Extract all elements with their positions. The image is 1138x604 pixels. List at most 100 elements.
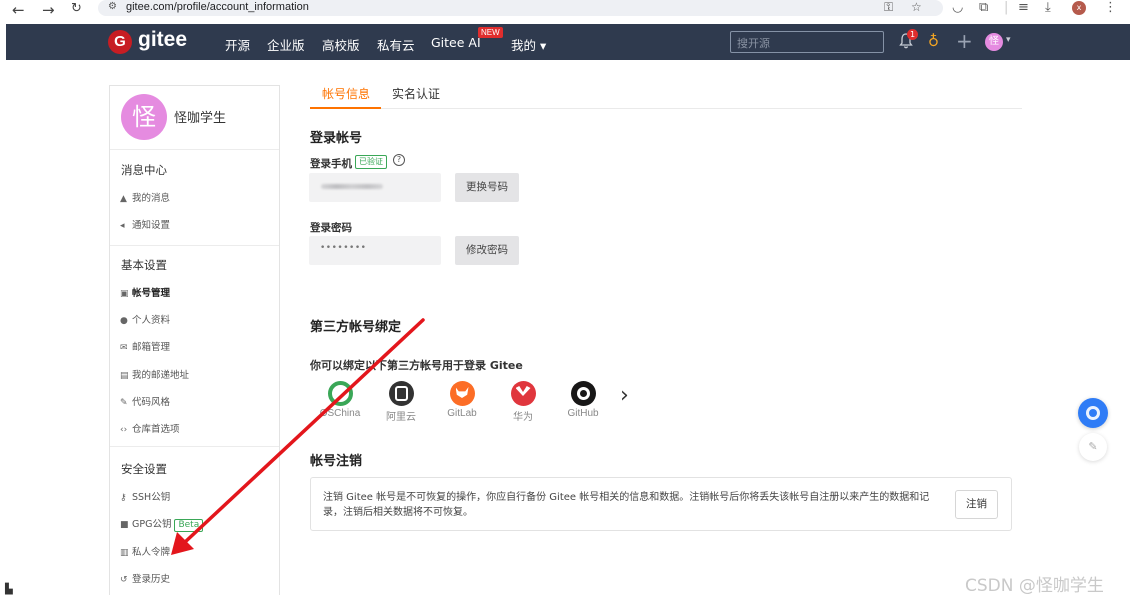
site-info-icon[interactable]: ⚙ xyxy=(108,1,117,12)
plus-icon[interactable]: + xyxy=(956,29,973,53)
account-tabs: 帐号信息 实名认证 xyxy=(310,79,1022,109)
sidebar-item-label: 私人令牌 xyxy=(132,547,171,558)
sidebar-item-ssh-keys[interactable]: ⚷ SSH公钥 xyxy=(120,489,170,503)
phone-field xyxy=(309,173,441,202)
extension-shield-icon[interactable]: ◡ xyxy=(952,0,963,15)
assistant-float-button[interactable] xyxy=(1078,398,1108,428)
chevron-right-icon[interactable]: › xyxy=(620,383,629,408)
sidebar-item-label: 个人资料 xyxy=(132,315,171,326)
provider-aliyun[interactable]: 阿里云 xyxy=(373,381,429,423)
aliyun-icon xyxy=(388,381,414,406)
deactivate-title: 帐号注销 xyxy=(310,454,363,469)
sidebar-item-code-style[interactable]: ✎ 代码风格 xyxy=(120,394,170,408)
key-icon[interactable]: ⚿ xyxy=(884,0,893,15)
extensions-icon[interactable]: ⧉ xyxy=(979,0,988,15)
provider-gitlab[interactable]: GitLab xyxy=(434,381,490,419)
sidebar-divider xyxy=(110,446,279,447)
notification-count-badge: 1 xyxy=(907,29,918,40)
password-field: •••••••• xyxy=(309,236,441,265)
browser-menu-icon[interactable]: ⋮ xyxy=(1104,0,1117,15)
sidebar-item-label: 通知设置 xyxy=(132,220,171,231)
bookmark-star-icon[interactable]: ☆ xyxy=(911,0,922,14)
provider-label: OSChina xyxy=(319,408,361,419)
gitee-logo-text[interactable]: gitee xyxy=(138,28,187,52)
download-icon[interactable]: ⤓ xyxy=(1045,0,1051,15)
provider-oschina[interactable]: OSChina xyxy=(312,381,368,419)
masked-phone-number xyxy=(321,184,383,189)
user-icon: ● xyxy=(120,316,128,326)
sidebar-item-gpg-keys[interactable]: ■ GPG公钥 Beta xyxy=(120,516,204,532)
settings-sidebar: 怪 怪咖学生 消息中心 ▲ 我的消息 ◂ 通知设置 基本设置 ▣ 帐号管理 ● 个人资料… xyxy=(109,85,280,595)
section-title-messages: 消息中心 xyxy=(121,163,167,177)
sidebar-item-login-history[interactable]: ↺ 登录历史 xyxy=(120,571,170,585)
section-title-basic-settings: 基本设置 xyxy=(121,258,167,272)
new-badge: NEW xyxy=(478,27,503,38)
browser-profile-avatar[interactable]: x xyxy=(1072,1,1086,15)
sidebar-item-profile[interactable]: ● 个人资料 xyxy=(120,312,170,326)
section-title-security: 安全设置 xyxy=(121,462,167,476)
reading-list-icon[interactable]: ≡ xyxy=(1018,0,1029,15)
provider-github[interactable]: GitHub xyxy=(555,381,611,419)
sidebar-profile-header: 怪 怪咖学生 xyxy=(110,86,279,150)
sidebar-item-account-management[interactable]: ▣ 帐号管理 xyxy=(120,285,170,299)
sidebar-item-label: 邮箱管理 xyxy=(132,342,171,353)
chevron-down-icon[interactable]: ▾ xyxy=(1006,35,1011,45)
address-bar[interactable]: ⚙ gitee.com/profile/account_information … xyxy=(98,0,943,16)
sidebar-item-email[interactable]: ✉ 邮箱管理 xyxy=(120,339,170,353)
oschina-icon xyxy=(327,381,353,406)
forward-icon[interactable]: → xyxy=(42,1,55,19)
provider-huawei[interactable]: 华为 xyxy=(495,381,551,423)
gitee-navbar: G gitee 开源 企业版 高校版 私有云 Gitee AI NEW 我的 ▾… xyxy=(6,24,1130,60)
nav-link-enterprise[interactable]: 企业版 xyxy=(267,35,305,54)
lightbulb-icon[interactable]: ♁ xyxy=(928,32,939,50)
csdn-watermark: CSDN @怪咖学生 xyxy=(965,576,1104,596)
token-icon: ▥ xyxy=(120,548,129,558)
navbar-avatar[interactable]: 怪 xyxy=(985,33,1003,51)
nav-link-education[interactable]: 高校版 xyxy=(322,35,360,54)
sidebar-item-my-messages[interactable]: ▲ 我的消息 xyxy=(120,190,170,204)
nav-link-open-source[interactable]: 开源 xyxy=(225,35,250,54)
phone-label: 登录手机 xyxy=(310,158,352,170)
url-text[interactable]: gitee.com/profile/account_information xyxy=(126,1,309,13)
provider-label: GitLab xyxy=(447,408,477,419)
help-icon[interactable]: ? xyxy=(393,154,405,166)
feedback-edit-icon[interactable]: ✎ xyxy=(1079,433,1107,461)
password-dots: •••••••• xyxy=(320,243,367,253)
sidebar-item-label: 我的消息 xyxy=(132,193,171,204)
sidebar-item-label: 仓库首选项 xyxy=(132,424,180,435)
reload-icon[interactable]: ↻ xyxy=(71,1,82,16)
sidebar-item-label: 帐号管理 xyxy=(132,288,171,299)
github-icon xyxy=(570,381,596,406)
sidebar-item-personal-tokens[interactable]: ▥ 私人令牌 xyxy=(120,544,170,558)
nav-link-private-cloud[interactable]: 私有云 xyxy=(377,35,415,54)
gitee-logo-icon[interactable]: G xyxy=(108,30,132,54)
change-password-button[interactable]: 修改密码 xyxy=(455,236,519,265)
search-input[interactable]: 搜开源 xyxy=(730,31,884,53)
sidebar-item-label: SSH公钥 xyxy=(132,492,171,503)
toolbar-divider: | xyxy=(1004,0,1009,15)
username[interactable]: 怪咖学生 xyxy=(174,107,226,126)
key-icon: ⚷ xyxy=(120,493,127,503)
provider-label: 阿里云 xyxy=(386,412,416,423)
change-phone-button[interactable]: 更换号码 xyxy=(455,173,519,202)
sidebar-item-label: 代码风格 xyxy=(132,397,171,408)
deactivate-panel: 注销 Gitee 帐号是不可恢复的操作，你应自行备份 Gitee 帐号相关的信息… xyxy=(310,477,1012,531)
tab-real-name-auth[interactable]: 实名认证 xyxy=(392,85,440,102)
sidebar-item-repo-preferences[interactable]: ‹› 仓库首选项 xyxy=(120,421,180,435)
nav-link-mine[interactable]: 我的 ▾ xyxy=(511,35,546,54)
provider-label: GitHub xyxy=(567,408,599,419)
gitlab-icon xyxy=(449,381,475,406)
sidebar-item-label: 登录历史 xyxy=(132,574,171,585)
avatar[interactable]: 怪 xyxy=(121,94,167,140)
back-icon[interactable]: ← xyxy=(12,1,25,19)
corner-mark: ▙ xyxy=(5,584,13,595)
tab-account-info[interactable]: 帐号信息 xyxy=(322,85,370,102)
sidebar-item-notification-settings[interactable]: ◂ 通知设置 xyxy=(120,217,170,231)
active-tab-indicator xyxy=(310,107,381,109)
third-party-title: 第三方帐号绑定 xyxy=(310,320,402,335)
deactivate-button[interactable]: 注销 xyxy=(955,490,998,519)
sidebar-item-address[interactable]: ▤ 我的邮递地址 xyxy=(120,367,189,381)
third-party-subtitle: 你可以绑定以下第三方帐号用于登录 Gitee xyxy=(310,359,523,372)
nav-link-gitee-ai[interactable]: Gitee AI xyxy=(431,35,481,50)
password-label: 登录密码 xyxy=(310,222,352,234)
